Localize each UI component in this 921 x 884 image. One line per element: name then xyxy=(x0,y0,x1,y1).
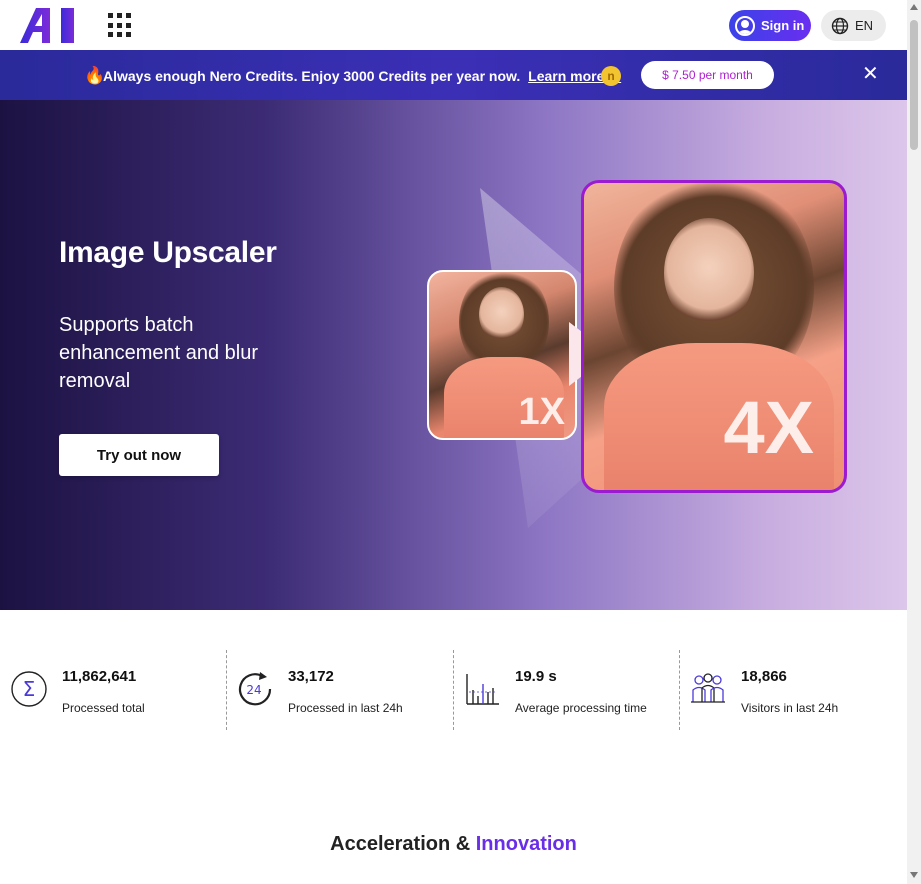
label-4x: 4X xyxy=(723,386,814,469)
banner-message: Always enough Nero Credits. Enjoy 3000 C… xyxy=(103,68,621,84)
apps-grid-icon[interactable] xyxy=(108,13,133,38)
stat-visitors-24h: 18,866 Visitors in last 24h xyxy=(679,650,907,730)
language-selector[interactable]: EN xyxy=(821,10,886,41)
stat-label: Processed in last 24h xyxy=(288,701,403,715)
promo-banner: 🔥 Always enough Nero Credits. Enjoy 3000… xyxy=(0,50,907,100)
logo-icon[interactable] xyxy=(20,8,76,43)
page-scrollbar[interactable] xyxy=(907,0,921,884)
stat-value: 33,172 xyxy=(288,668,334,685)
clock-24h-icon: 24 xyxy=(238,672,272,706)
sigma-icon: Σ xyxy=(11,671,47,707)
stats-bar: Σ 11,862,641 Processed total 24 33,172 P… xyxy=(0,650,907,730)
scroll-up-icon[interactable] xyxy=(910,4,918,10)
stat-processed-total: Σ 11,862,641 Processed total xyxy=(0,650,226,730)
label-1x: 1X xyxy=(518,391,565,433)
visitors-icon xyxy=(691,673,725,703)
banner-text: Always enough Nero Credits. Enjoy 3000 C… xyxy=(103,68,521,84)
try-out-now-button[interactable]: Try out now xyxy=(59,434,219,476)
credit-coin-icon: n xyxy=(601,66,621,86)
stat-value: 11,862,641 xyxy=(62,668,137,685)
section-title-part-a: Acceleration & xyxy=(330,833,476,855)
sign-in-label: Sign in xyxy=(761,18,805,33)
stat-label: Processed total xyxy=(62,701,145,715)
globe-icon xyxy=(831,17,849,34)
scroll-down-icon[interactable] xyxy=(910,872,918,878)
svg-text:24: 24 xyxy=(246,683,261,697)
language-label: EN xyxy=(855,18,874,33)
bar-chart-icon xyxy=(466,674,499,705)
fire-icon: 🔥 xyxy=(84,66,106,85)
preview-image-low-res: 1X xyxy=(427,270,577,440)
stat-value: 19.9 s xyxy=(515,668,557,685)
preview-image-upscaled: 4X xyxy=(581,180,847,493)
section-title: Acceleration & Innovation xyxy=(0,833,907,856)
section-title-accent: Innovation xyxy=(475,833,577,855)
top-header: Sign in EN xyxy=(0,0,907,50)
hero-subtitle: Supports batch enhancement and blur remo… xyxy=(59,314,259,392)
stat-label: Visitors in last 24h xyxy=(741,701,839,715)
user-icon xyxy=(735,15,755,36)
stat-label: Average processing time xyxy=(515,701,647,715)
stat-average-time: 19.9 s Average processing time xyxy=(453,650,679,730)
svg-text:Σ: Σ xyxy=(23,677,36,701)
price-button[interactable]: $ 7.50 per month xyxy=(641,61,774,89)
hero-section: Image Upscaler Supports batch enhancemen… xyxy=(0,100,907,610)
scroll-thumb[interactable] xyxy=(910,20,918,150)
hero-title: Image Upscaler xyxy=(59,236,277,269)
close-icon[interactable]: ✕ xyxy=(862,64,879,84)
sign-in-button[interactable]: Sign in xyxy=(729,10,811,41)
stat-value: 18,866 xyxy=(741,668,787,685)
stat-processed-24h: 24 33,172 Processed in last 24h xyxy=(226,650,453,730)
